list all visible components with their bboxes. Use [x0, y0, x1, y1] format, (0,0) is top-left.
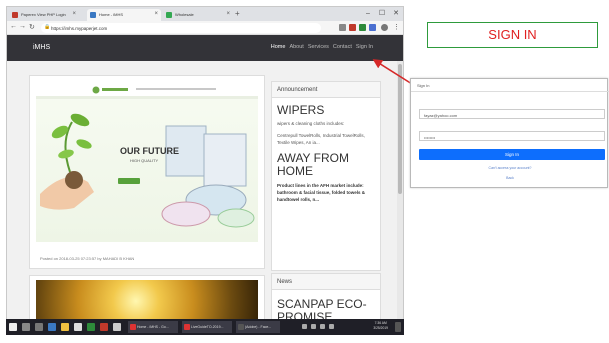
tab-wholesale[interactable]: Wholesale ×: [163, 9, 233, 21]
browser-window: Paperex View PHP Login × Home - iMHS × W…: [6, 6, 404, 332]
volume-icon[interactable]: [329, 324, 334, 329]
store-icon[interactable]: [74, 323, 82, 331]
menu-item-contact[interactable]: Contact: [333, 44, 352, 50]
banner-subline: HIGH QUALITY: [130, 158, 159, 163]
forward-icon[interactable]: →: [19, 23, 26, 30]
back-icon[interactable]: ←: [10, 23, 17, 30]
window-controls: – ☐ ✕: [361, 7, 403, 21]
bookmark-icon[interactable]: [339, 24, 346, 31]
post-meta: Posted on 2018-03-25 07:23:57 by MAHADI …: [40, 256, 135, 261]
announcement-text: Centrepull TowelRolls, Industrial TowelR…: [277, 133, 365, 145]
banner-headline: OUR FUTURE: [120, 146, 179, 156]
new-tab-button[interactable]: +: [235, 9, 240, 18]
clock[interactable]: 7:36 AM 3/25/2019: [373, 321, 388, 331]
adobe-icon: [238, 324, 244, 330]
chrome-icon: [130, 324, 136, 330]
tab-paperex-login[interactable]: Paperex View PHP Login ×: [9, 9, 79, 21]
page-content: OUR FUTURE HIGH QUALITY Posted on 2018-0…: [7, 61, 403, 331]
site-brand[interactable]: iMHS: [33, 44, 50, 51]
windows-taskbar: Home - iMHS - Go... LiveGuideTO-2019... …: [6, 319, 404, 335]
close-window-button[interactable]: ✕: [389, 7, 403, 21]
favicon-icon: [166, 12, 172, 18]
site-navbar: iMHS Home About Services Contact Sign In: [7, 35, 403, 61]
scrollbar[interactable]: [397, 61, 403, 323]
password-field[interactable]: ••••••••: [419, 131, 605, 141]
news-heading: News: [272, 274, 380, 290]
app-icon[interactable]: [87, 323, 95, 331]
email-field[interactable]: fayaz@yahoo.com: [419, 109, 605, 119]
announcement-title-wipers[interactable]: WIPERS: [272, 104, 380, 117]
announcement-title-away-from-home[interactable]: AWAY FROM HOME: [272, 152, 380, 178]
lock-icon: 🔒: [44, 24, 51, 30]
tab-label: Wholesale: [175, 12, 194, 17]
extension-icon[interactable]: [369, 24, 376, 31]
post-card: OUR FUTURE HIGH QUALITY Posted on 2018-0…: [29, 75, 265, 269]
profile-icon[interactable]: [381, 24, 388, 31]
network-icon[interactable]: [320, 324, 325, 329]
sign-in-dialog: Sign In fayaz@yahoo.com •••••••• Sign In…: [410, 78, 609, 188]
announcement-heading: Announcement: [272, 82, 380, 98]
address-bar: ← → ↻ 🔒 https://imhs.mypaperjet.com ⋮: [7, 21, 403, 35]
announcement-panel: Announcement WIPERS wipers & cleaning cl…: [271, 81, 381, 271]
sign-in-callout: SIGN IN: [427, 22, 598, 48]
clock-date: 3/25/2019: [373, 326, 388, 330]
post-banner-image[interactable]: OUR FUTURE HIGH QUALITY: [36, 82, 258, 242]
mail-icon[interactable]: [113, 323, 121, 331]
scrollbar-thumb[interactable]: [398, 64, 402, 194]
taskbar-app[interactable]: Home - iMHS - Go...: [128, 321, 178, 333]
url-field[interactable]: 🔒 https://imhs.mypaperjet.com: [41, 23, 321, 33]
app-icon[interactable]: [100, 323, 108, 331]
favicon-icon: [90, 12, 96, 18]
tab-bar: Paperex View PHP Login × Home - iMHS × W…: [7, 7, 403, 21]
announcement-text: Product lines in the AFH market include:…: [277, 183, 366, 202]
close-icon[interactable]: ×: [226, 11, 230, 17]
tray-icon[interactable]: [311, 324, 316, 329]
back-link[interactable]: Back: [411, 176, 609, 180]
menu-item-sign-in[interactable]: Sign In: [356, 44, 373, 50]
taskbar-app[interactable]: LiveGuideTO-2019...: [182, 321, 232, 333]
menu-item-about[interactable]: About: [289, 44, 303, 50]
menu-item-services[interactable]: Services: [308, 44, 329, 50]
edge-icon[interactable]: [48, 323, 56, 331]
taskbar-app-label: LiveGuideTO-2019...: [191, 325, 224, 329]
file-explorer-icon[interactable]: [61, 323, 69, 331]
extension-icon[interactable]: [359, 24, 366, 31]
notifications-icon[interactable]: [395, 322, 401, 332]
announcement-text: wipers & cleaning cloths includes:: [277, 121, 345, 126]
tab-label: Paperex View PHP Login: [21, 12, 66, 17]
url-text: https://imhs.mypaperjet.com: [51, 25, 108, 31]
taskbar-app-label: (Adobe) - Face...: [245, 325, 272, 329]
minimize-button[interactable]: –: [361, 7, 375, 21]
dialog-divider: [411, 91, 609, 92]
menu-icon[interactable]: ⋮: [393, 23, 400, 31]
favicon-icon: [12, 12, 18, 18]
task-view-icon[interactable]: [35, 323, 43, 331]
forgot-account-link[interactable]: Can't access your account?: [411, 166, 609, 170]
tab-home-imhs[interactable]: Home - iMHS ×: [87, 9, 161, 21]
extension-icon[interactable]: [349, 24, 356, 31]
close-icon[interactable]: ×: [72, 11, 76, 17]
maximize-button[interactable]: ☐: [375, 7, 389, 21]
start-icon[interactable]: [9, 323, 17, 331]
taskbar-app[interactable]: (Adobe) - Face...: [236, 321, 280, 333]
close-icon[interactable]: ×: [154, 11, 158, 17]
site-menu: Home About Services Contact Sign In: [271, 44, 373, 50]
tray-icon[interactable]: [302, 324, 307, 329]
search-icon[interactable]: [22, 323, 30, 331]
reload-icon[interactable]: ↻: [29, 23, 35, 31]
tab-label: Home - iMHS: [99, 12, 124, 17]
menu-item-home[interactable]: Home: [271, 44, 286, 50]
dialog-title: Sign In: [417, 83, 430, 88]
sign-in-button[interactable]: Sign In: [419, 149, 605, 160]
taskbar-app-label: Home - iMHS - Go...: [137, 325, 169, 329]
pdf-icon: [184, 324, 190, 330]
